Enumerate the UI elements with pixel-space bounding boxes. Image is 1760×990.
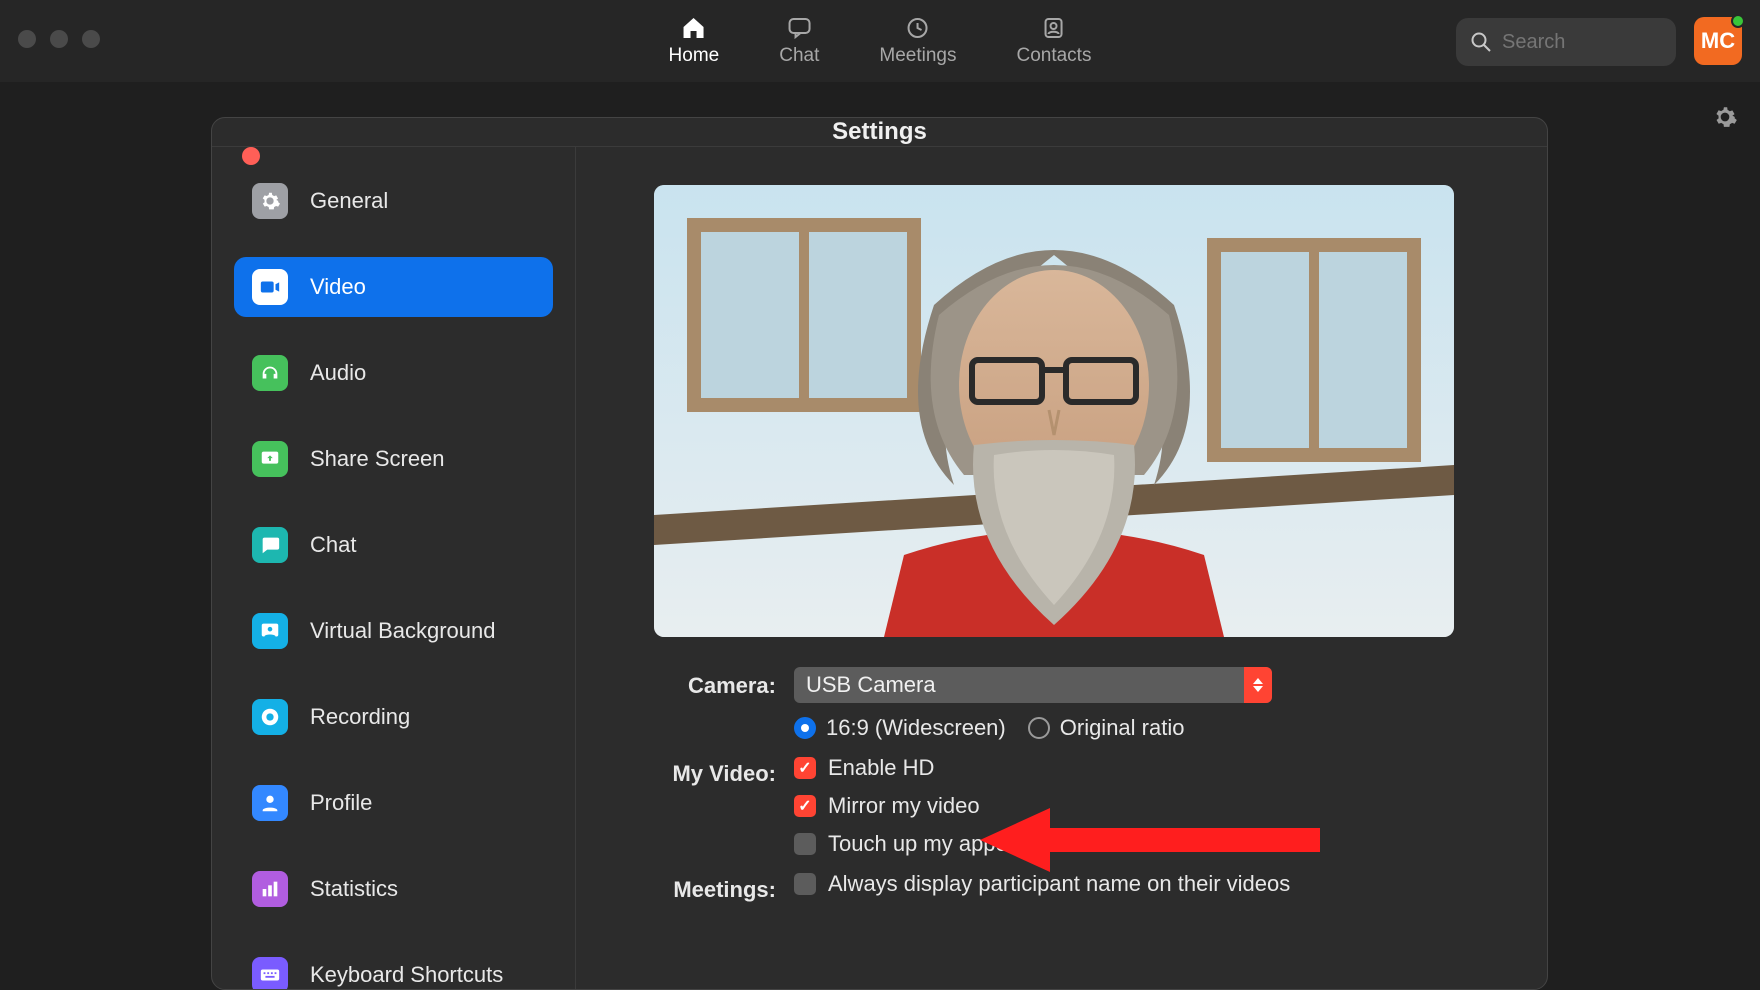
video-preview <box>654 185 1454 637</box>
presence-dot-icon <box>1731 14 1745 28</box>
checkbox-icon <box>794 757 816 779</box>
sidebar-item-virtual-background[interactable]: Virtual Background <box>234 601 553 661</box>
sidebar-item-label: Recording <box>310 704 410 730</box>
nav-tab-meetings[interactable]: Meetings <box>879 15 956 67</box>
checkbox-always-display-name[interactable]: Always display participant name on their… <box>794 871 1503 897</box>
nav-tab-label: Chat <box>779 45 819 67</box>
video-camera-icon <box>252 269 288 305</box>
nav-tab-label: Contacts <box>1016 45 1091 67</box>
row-meetings: Meetings: Always display participant nam… <box>654 871 1503 903</box>
nav-tab-home[interactable]: Home <box>669 15 720 67</box>
checkbox-icon <box>794 873 816 895</box>
sidebar-item-label: Chat <box>310 532 356 558</box>
sidebar-item-label: Virtual Background <box>310 618 496 644</box>
sidebar-item-label: Audio <box>310 360 366 386</box>
sidebar-item-label: Profile <box>310 790 372 816</box>
nav-tab-chat[interactable]: Chat <box>779 15 819 67</box>
home-icon <box>681 15 707 41</box>
sidebar-item-label: Share Screen <box>310 446 445 472</box>
checkbox-enable-hd[interactable]: Enable HD <box>794 755 1503 781</box>
avatar-initials: MC <box>1701 28 1735 54</box>
meetings-label: Meetings: <box>654 871 794 903</box>
radio-original-ratio[interactable]: Original ratio <box>1028 715 1185 741</box>
sidebar-item-profile[interactable]: Profile <box>234 773 553 833</box>
sidebar-item-share-screen[interactable]: Share Screen <box>234 429 553 489</box>
traffic-light-close[interactable] <box>18 30 36 48</box>
keyboard-icon <box>252 957 288 990</box>
radio-label: 16:9 (Widescreen) <box>826 715 1006 741</box>
radio-label: Original ratio <box>1060 715 1185 741</box>
sidebar-item-general[interactable]: General <box>234 171 553 231</box>
sidebar-item-label: Video <box>310 274 366 300</box>
app-top-bar: Home Chat Meetings Contacts MC <box>0 0 1760 82</box>
settings-sidebar: General Video Audio Share Screen <box>212 147 576 990</box>
search-box[interactable] <box>1456 18 1676 66</box>
recording-icon <box>252 699 288 735</box>
traffic-light-zoom[interactable] <box>82 30 100 48</box>
sidebar-item-video[interactable]: Video <box>234 257 553 317</box>
top-nav-tabs: Home Chat Meetings Contacts <box>669 15 1092 67</box>
chat-bubble-icon <box>786 15 812 41</box>
radio-widescreen[interactable]: 16:9 (Widescreen) <box>794 715 1006 741</box>
virtual-background-icon <box>252 613 288 649</box>
nav-tab-contacts[interactable]: Contacts <box>1016 15 1091 67</box>
row-my-video: My Video: Enable HD Mirror my video T <box>654 755 1503 857</box>
checkbox-label: Touch up my appearance <box>828 831 1075 857</box>
gear-icon[interactable] <box>1712 104 1738 135</box>
search-icon <box>1470 31 1492 53</box>
checkbox-label: Enable HD <box>828 755 934 781</box>
nav-tab-label: Home <box>669 45 720 67</box>
sidebar-item-label: Keyboard Shortcuts <box>310 962 503 988</box>
window-traffic-lights <box>18 30 100 48</box>
statistics-icon <box>252 871 288 907</box>
camera-label: Camera: <box>654 667 794 699</box>
headphones-icon <box>252 355 288 391</box>
sidebar-item-audio[interactable]: Audio <box>234 343 553 403</box>
share-screen-icon <box>252 441 288 477</box>
sidebar-item-keyboard-shortcuts[interactable]: Keyboard Shortcuts <box>234 945 553 990</box>
profile-icon <box>252 785 288 821</box>
checkbox-mirror-video[interactable]: Mirror my video <box>794 793 1503 819</box>
settings-title: Settings <box>832 118 927 146</box>
sidebar-item-label: Statistics <box>310 876 398 902</box>
camera-select-value: USB Camera <box>806 672 936 698</box>
chat-icon <box>252 527 288 563</box>
gear-icon <box>252 183 288 219</box>
traffic-light-minimize[interactable] <box>50 30 68 48</box>
my-video-label: My Video: <box>654 755 794 787</box>
checkbox-label: Mirror my video <box>828 793 980 819</box>
search-input[interactable] <box>1502 31 1662 54</box>
settings-body: General Video Audio Share Screen <box>212 147 1547 990</box>
video-settings-form: Camera: USB Camera 16:9 <box>654 667 1503 903</box>
aspect-ratio-group: 16:9 (Widescreen) Original ratio <box>794 715 1503 741</box>
clock-icon <box>905 15 931 41</box>
row-camera: Camera: USB Camera 16:9 <box>654 667 1503 741</box>
nav-tab-label: Meetings <box>879 45 956 67</box>
sidebar-item-label: General <box>310 188 388 214</box>
checkbox-touch-up[interactable]: Touch up my appearance <box>794 831 1503 857</box>
sidebar-item-recording[interactable]: Recording <box>234 687 553 747</box>
sidebar-item-statistics[interactable]: Statistics <box>234 859 553 919</box>
sidebar-item-chat[interactable]: Chat <box>234 515 553 575</box>
settings-panel-video: Camera: USB Camera 16:9 <box>576 147 1547 990</box>
settings-window: Settings General Video Audio <box>211 117 1548 990</box>
checkbox-icon <box>794 833 816 855</box>
close-icon[interactable] <box>242 147 260 165</box>
updown-arrows-icon <box>1244 667 1272 703</box>
checkbox-label: Always display participant name on their… <box>828 871 1290 897</box>
avatar[interactable]: MC <box>1694 17 1742 65</box>
settings-titlebar: Settings <box>212 118 1547 147</box>
camera-select[interactable]: USB Camera <box>794 667 1272 703</box>
contacts-icon <box>1041 15 1067 41</box>
checkbox-icon <box>794 795 816 817</box>
